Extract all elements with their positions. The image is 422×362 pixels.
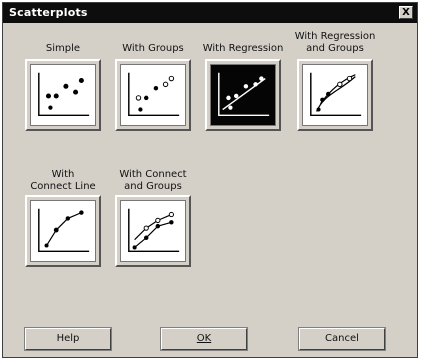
connect-line-icon bbox=[30, 200, 96, 262]
cancel-button[interactable]: Cancel bbox=[298, 327, 386, 351]
ok-label: OK bbox=[196, 333, 212, 344]
close-icon: X bbox=[402, 7, 410, 18]
help-button[interactable]: Help bbox=[24, 327, 112, 351]
simple-scatter-icon bbox=[30, 64, 96, 126]
option-regression-groups-label: With Regression and Groups bbox=[294, 31, 376, 54]
regression-scatter-icon bbox=[210, 64, 276, 126]
connect-line-tile[interactable] bbox=[25, 195, 101, 267]
regression-scatter-tile[interactable] bbox=[205, 59, 281, 131]
ok-button[interactable]: OK bbox=[160, 327, 248, 351]
regression-groups-icon bbox=[302, 64, 368, 126]
cancel-label: Cancel bbox=[325, 333, 359, 344]
title-bar: Scatterplots X bbox=[3, 3, 417, 23]
regression-groups-tile[interactable] bbox=[297, 59, 373, 131]
close-button[interactable]: X bbox=[399, 6, 413, 19]
dialog-title: Scatterplots bbox=[9, 6, 88, 19]
simple-scatter-tile[interactable] bbox=[25, 59, 101, 131]
groups-scatter-icon bbox=[120, 64, 186, 126]
groups-scatter-tile[interactable] bbox=[115, 59, 191, 131]
help-label: Help bbox=[56, 333, 80, 344]
connect-groups-tile[interactable] bbox=[115, 195, 191, 267]
option-connect-groups-label: With Connect and Groups bbox=[119, 169, 187, 192]
connect-groups-icon bbox=[120, 200, 186, 262]
scatterplots-dialog: Scatterplots X Simple With Groups With R… bbox=[2, 2, 418, 358]
